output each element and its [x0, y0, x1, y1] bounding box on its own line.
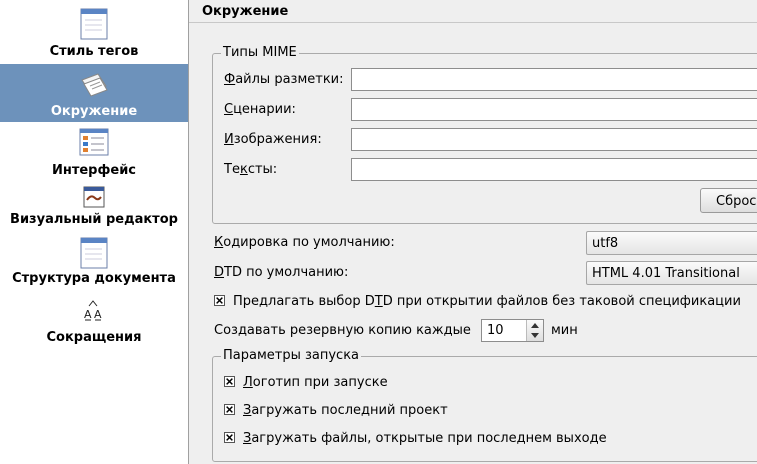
markup-files-input[interactable]	[351, 68, 757, 91]
scripts-label: Сценарии:	[224, 102, 296, 117]
texts-label: Тексты:	[224, 162, 278, 177]
backup-interval-stepper[interactable]	[526, 320, 543, 341]
default-dtd-select[interactable]: HTML 4.01 Transitional	[586, 261, 757, 285]
sidebar-item-label: Визуальный редактор	[10, 212, 178, 227]
images-input[interactable]	[351, 128, 757, 151]
sidebar: Стиль тегов Окружение Интерфейс Визуальн…	[0, 0, 189, 464]
load-last-project-label: Загружать последний проект	[243, 403, 448, 418]
sidebar-item-document-structure[interactable]: Структура документа	[0, 232, 188, 292]
backup-interval-value[interactable]: 10	[487, 323, 504, 338]
sidebar-item-interface[interactable]: Интерфейс	[0, 122, 188, 180]
default-encoding-label: Кодировка по умолчанию:	[214, 235, 395, 250]
load-last-project-checkbox[interactable]	[224, 404, 235, 415]
sidebar-item-environment[interactable]: Окружение	[0, 64, 188, 122]
backup-interval-label: Создавать резервную копию каждые	[214, 323, 471, 338]
main-panel: Окружение Типы MIME Файлы разметки: Сцен…	[189, 0, 757, 464]
spin-down-icon[interactable]	[527, 331, 543, 341]
sidebar-item-label: Окружение	[50, 104, 138, 119]
default-dtd-label: DTD по умолчанию:	[214, 265, 349, 280]
abbreviations-icon: A A	[84, 300, 102, 321]
svg-text:A: A	[84, 308, 92, 321]
svg-text:A: A	[94, 308, 102, 321]
reset-button[interactable]: Сброс	[700, 188, 757, 213]
sidebar-item-label: Интерфейс	[51, 163, 137, 178]
spin-up-icon[interactable]	[527, 320, 543, 330]
images-label: Изображения:	[224, 132, 322, 147]
page-title: Окружение	[202, 4, 289, 19]
interface-icon	[79, 128, 109, 156]
markup-files-label: Файлы разметки:	[224, 72, 344, 87]
startup-logo-label: Логотип при запуске	[243, 375, 388, 390]
dtd-prompt-checkbox[interactable]	[214, 295, 225, 306]
sidebar-item-tag-style[interactable]: Стиль тегов	[0, 0, 188, 64]
tag-style-icon	[80, 8, 108, 40]
startup-logo-checkbox[interactable]	[224, 376, 235, 387]
backup-interval-spinbox[interactable]: 10	[481, 319, 544, 342]
sidebar-item-label: Стиль тегов	[49, 44, 139, 59]
sidebar-item-label: Сокращения	[46, 330, 142, 345]
environment-icon	[81, 73, 108, 97]
load-last-files-label: Загружать файлы, открытые при последнем …	[243, 431, 607, 446]
sidebar-item-abbreviations[interactable]: A A Сокращения	[0, 292, 188, 352]
startup-params-legend: Параметры запуска	[221, 348, 362, 363]
visual-editor-icon	[83, 186, 105, 208]
title-divider	[189, 22, 757, 23]
load-last-files-checkbox[interactable]	[224, 432, 235, 443]
sidebar-item-label: Структура документа	[12, 271, 176, 286]
document-structure-icon	[80, 237, 108, 269]
sidebar-item-visual-editor[interactable]: Визуальный редактор	[0, 180, 188, 232]
default-encoding-select[interactable]: utf8	[586, 231, 757, 255]
dtd-prompt-label: Предлагать выбор DTD при открытии файлов…	[233, 294, 741, 309]
scripts-input[interactable]	[351, 98, 757, 121]
texts-input[interactable]	[351, 158, 757, 181]
backup-interval-unit: мин	[551, 323, 578, 338]
mime-types-legend: Типы MIME	[221, 45, 299, 60]
